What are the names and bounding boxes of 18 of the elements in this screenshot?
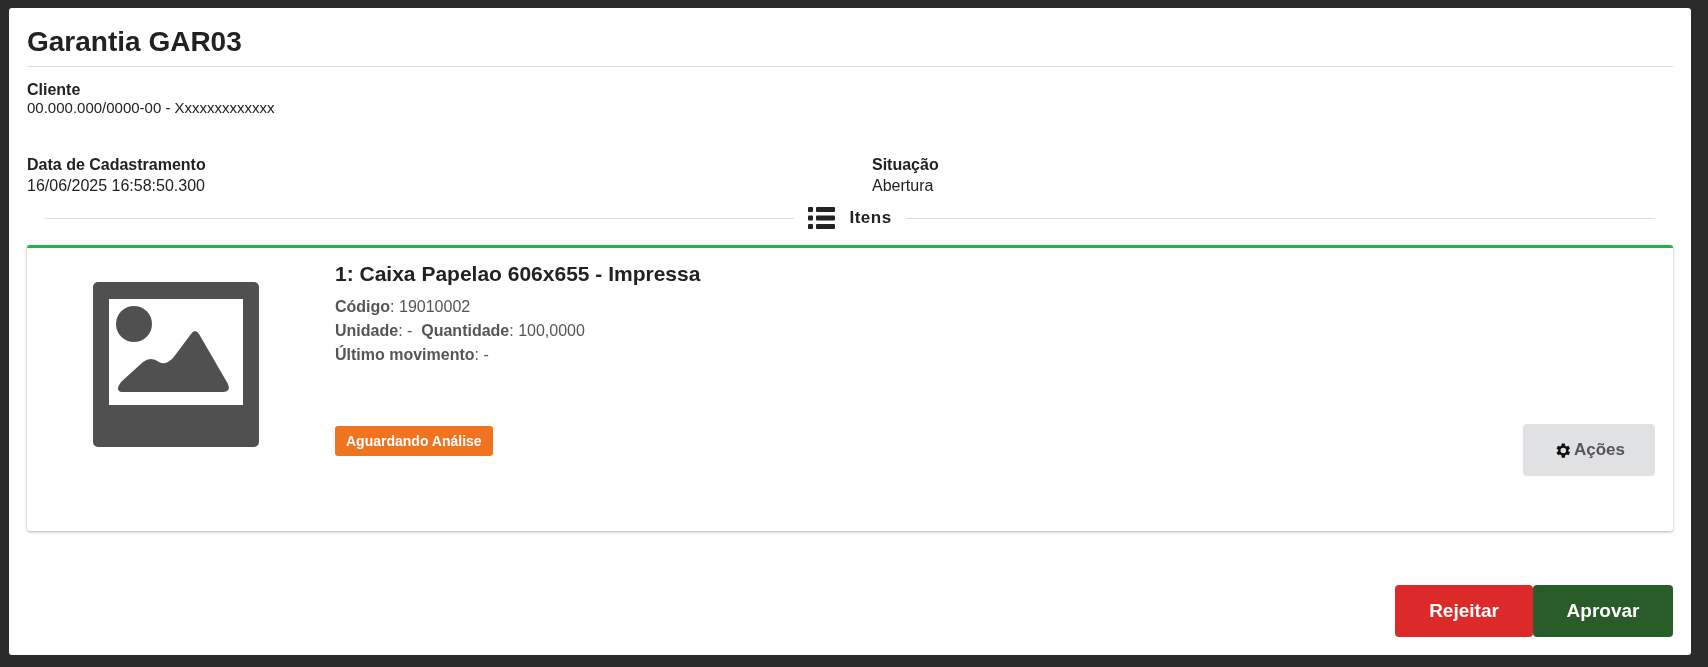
field-value: 16/06/2025 16:58:50.300	[27, 177, 206, 195]
field-value: 00.000.000/0000-00 - Xxxxxxxxxxxxx	[27, 99, 276, 116]
list-icon	[808, 207, 836, 229]
actions-button[interactable]: Ações	[1523, 424, 1655, 476]
item-detail: Último movimento: -	[335, 346, 490, 364]
item-detail: Código: 19010002	[335, 298, 472, 316]
section-label: Itens	[849, 208, 892, 228]
field-label: Situação	[872, 156, 940, 174]
field-value: Abertura	[872, 177, 935, 195]
approve-button[interactable]: Aprovar	[1533, 585, 1673, 637]
reject-button[interactable]: Rejeitar	[1395, 585, 1533, 637]
field-label: Cliente	[27, 81, 82, 99]
item-detail: Unidade: - Quantidade: 100,0000	[335, 322, 586, 340]
field-label: Data de Cadastramento	[27, 156, 207, 174]
page-title: Garantia GAR03	[27, 26, 1673, 67]
item-title: 1: Caixa Papelao 606x655 - Impressa	[335, 262, 702, 286]
image-placeholder-icon	[93, 282, 259, 447]
status-badge: Aguardando Análise	[335, 426, 493, 456]
